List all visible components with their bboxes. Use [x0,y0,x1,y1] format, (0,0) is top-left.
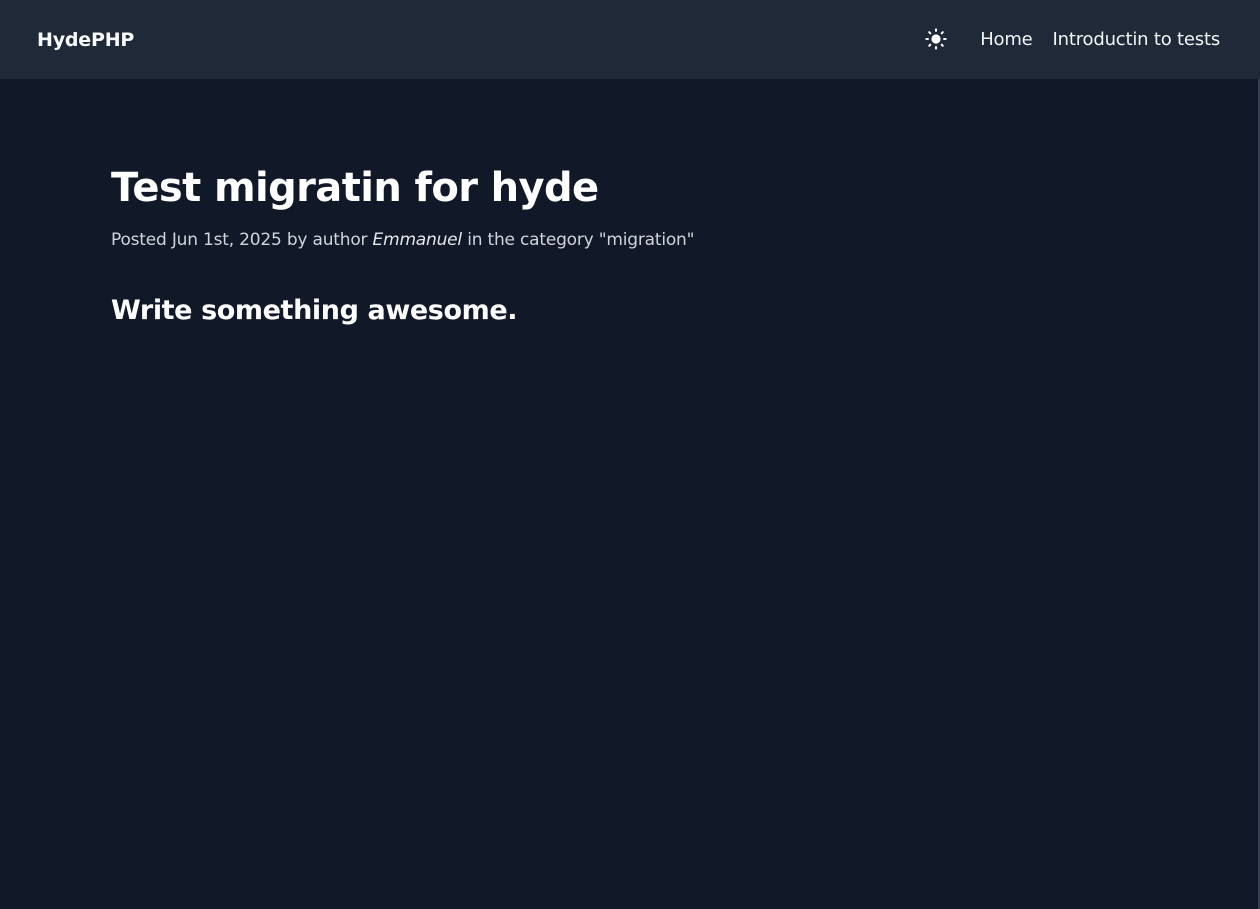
nav-link-introduction-to-tests[interactable]: Introductin to tests [1053,27,1221,53]
theme-toggle-button[interactable] [922,26,950,54]
nav-links: Home Introductin to tests [980,27,1220,53]
nav-link-home[interactable]: Home [980,27,1033,53]
post-article: Test migratin for hyde Posted Jun 1st, 2… [111,160,1111,330]
post-meta: Posted Jun 1st, 2025 by author Emmanuel … [111,228,1111,252]
post-author: Emmanuel [372,230,463,250]
by-author-label: by author [286,230,368,250]
post-category: "migration" [598,230,695,250]
top-navbar: HydePHP Home Introductin to tests [0,0,1260,79]
posted-label: Posted [111,230,167,250]
post-body-heading: Write something awesome. [111,295,518,326]
category-label: in the category [467,230,594,250]
post-title: Test migratin for hyde [111,165,599,211]
brand-link[interactable]: HydePHP [37,27,134,53]
post-date: Jun 1st, 2025 [171,230,282,250]
sun-icon [925,27,947,53]
